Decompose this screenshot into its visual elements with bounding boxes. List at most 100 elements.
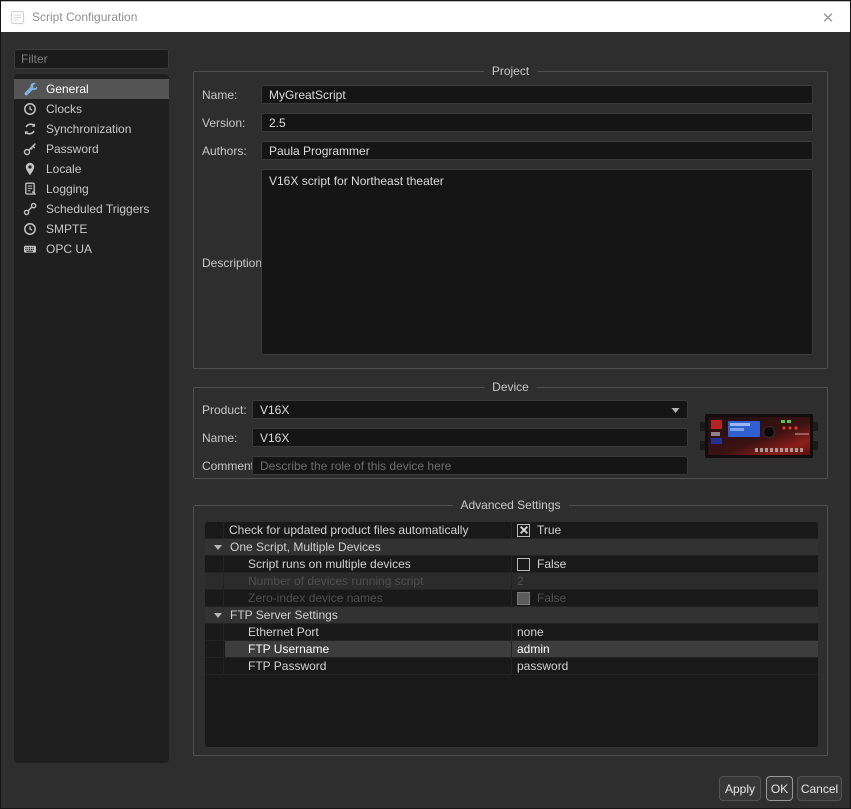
close-button[interactable]: ✕ — [817, 7, 839, 29]
settings-group-label: One Script, Multiple Devices — [230, 540, 381, 554]
project-description-textarea[interactable]: V16X script for Northeast theater — [261, 169, 813, 355]
device-name-input[interactable] — [252, 428, 688, 447]
checkbox-unchecked[interactable] — [517, 592, 530, 605]
sidebar-item-synchronization[interactable]: Synchronization — [14, 119, 169, 139]
setting-label-cell: FTP Username — [205, 641, 512, 657]
project-authors-input[interactable] — [261, 141, 813, 160]
setting-label-cell: Zero-index device names — [205, 590, 512, 606]
setting-value: admin — [517, 642, 550, 656]
project-group: Project Name: Version: Authors: Descript… — [193, 71, 828, 369]
setting-value: True — [537, 523, 561, 537]
filter-input[interactable] — [14, 49, 169, 69]
settings-row[interactable]: FTP Password password — [205, 658, 818, 675]
version-label: Version: — [202, 116, 245, 130]
name-label: Name: — [202, 88, 237, 102]
clock-icon — [23, 222, 37, 236]
setting-label: Check for updated product files automati… — [229, 523, 468, 537]
authors-label: Authors: — [202, 144, 247, 158]
apply-button[interactable]: Apply — [719, 776, 761, 801]
settings-row[interactable]: Script runs on multiple devices False — [205, 556, 818, 573]
setting-value: False — [537, 591, 566, 605]
checkbox-unchecked[interactable] — [517, 558, 530, 571]
advanced-settings-title: Advanced Settings — [452, 498, 568, 512]
app-icon — [10, 10, 25, 25]
setting-label-cell: Number of devices running script — [205, 573, 512, 589]
cancel-button[interactable]: Cancel — [797, 776, 842, 801]
sidebar-item-opc-ua[interactable]: OPC UA — [14, 239, 169, 259]
device-name-label: Name: — [202, 431, 237, 445]
project-name-input[interactable] — [261, 85, 813, 104]
setting-label: Zero-index device names — [248, 591, 383, 605]
setting-value-cell[interactable]: password — [512, 658, 818, 674]
setting-label: FTP Username — [248, 642, 329, 656]
device-comment-input[interactable] — [252, 456, 688, 475]
sidebar-item-locale[interactable]: Locale — [14, 159, 169, 179]
settings-group-label: FTP Server Settings — [230, 608, 338, 622]
tree-indent — [205, 573, 224, 589]
settings-row[interactable]: Number of devices running script 2 — [205, 573, 818, 590]
sync-icon — [23, 122, 37, 136]
sidebar-item-clocks[interactable]: Clocks — [14, 99, 169, 119]
setting-label-cell: Ethernet Port — [205, 624, 512, 640]
settings-row[interactable]: Ethernet Port none — [205, 624, 818, 641]
link-icon — [23, 202, 37, 216]
setting-label-cell: FTP Password — [205, 658, 512, 674]
setting-label: Number of devices running script — [248, 574, 423, 588]
sidebar-item-scheduled-triggers[interactable]: Scheduled Triggers — [14, 199, 169, 219]
setting-value: 2 — [517, 574, 524, 588]
expand-triangle-icon[interactable] — [214, 543, 222, 551]
setting-label-cell: Check for updated product files automati… — [205, 522, 512, 538]
setting-value-cell[interactable]: True — [512, 522, 818, 538]
setting-label: FTP Password — [248, 659, 326, 673]
sidebar-item-label: Synchronization — [46, 122, 131, 136]
pin-icon — [23, 162, 37, 176]
sidebar-item-logging[interactable]: Logging — [14, 179, 169, 199]
setting-value-cell[interactable]: admin — [512, 641, 818, 657]
description-label: Description: — [202, 256, 265, 270]
project-version-input[interactable] — [261, 113, 813, 132]
sidebar-item-label: Password — [46, 142, 99, 156]
keyboard-icon — [23, 242, 37, 256]
advanced-table: Check for updated product files automati… — [205, 522, 818, 747]
wrench-icon — [23, 82, 37, 96]
checkbox-checked[interactable] — [517, 524, 530, 537]
setting-value: False — [537, 557, 566, 571]
sidebar-item-smpte[interactable]: SMPTE — [14, 219, 169, 239]
chevron-down-icon — [671, 406, 680, 414]
setting-value-cell[interactable]: none — [512, 624, 818, 640]
setting-value: none — [517, 625, 544, 639]
sidebar-item-label: Scheduled Triggers — [46, 202, 149, 216]
sidebar-item-general[interactable]: General — [14, 79, 169, 99]
device-photo — [699, 410, 819, 462]
setting-label: Script runs on multiple devices — [248, 557, 411, 571]
settings-group-row[interactable]: One Script, Multiple Devices — [205, 539, 818, 556]
expand-triangle-icon[interactable] — [214, 611, 222, 619]
setting-value-cell[interactable]: False — [512, 590, 818, 606]
settings-group-row[interactable]: FTP Server Settings — [205, 607, 818, 624]
setting-value: password — [517, 659, 568, 673]
ok-button[interactable]: OK — [766, 776, 793, 801]
product-label: Product: — [202, 403, 247, 417]
device-group-title: Device — [484, 380, 537, 394]
tree-indent — [205, 522, 224, 538]
advanced-settings-group: Advanced Settings Check for updated prod… — [193, 505, 828, 756]
setting-value-cell[interactable]: 2 — [512, 573, 818, 589]
clock-icon — [23, 102, 37, 116]
product-dropdown[interactable]: V16X — [252, 400, 688, 419]
tree-indent — [205, 556, 224, 572]
sidebar-item-password[interactable]: Password — [14, 139, 169, 159]
tree-indent — [205, 658, 224, 674]
tree-indent — [205, 624, 224, 640]
settings-row[interactable]: Zero-index device names False — [205, 590, 818, 607]
sidebar-item-label: SMPTE — [46, 222, 87, 236]
setting-value-cell[interactable]: False — [512, 556, 818, 572]
settings-row[interactable]: Check for updated product files automati… — [205, 522, 818, 539]
script-configuration-dialog: Script Configuration ✕ General Clocks Sync… — [0, 0, 851, 809]
window-title: Script Configuration — [32, 10, 137, 24]
tree-indent — [205, 641, 224, 657]
setting-label: Ethernet Port — [248, 625, 319, 639]
device-group: Device Product: V16X Name: Comment: — [193, 387, 828, 479]
settings-row[interactable]: FTP Username admin — [205, 641, 818, 658]
comment-label: Comment: — [202, 459, 257, 473]
sidebar-item-label: Clocks — [46, 102, 82, 116]
